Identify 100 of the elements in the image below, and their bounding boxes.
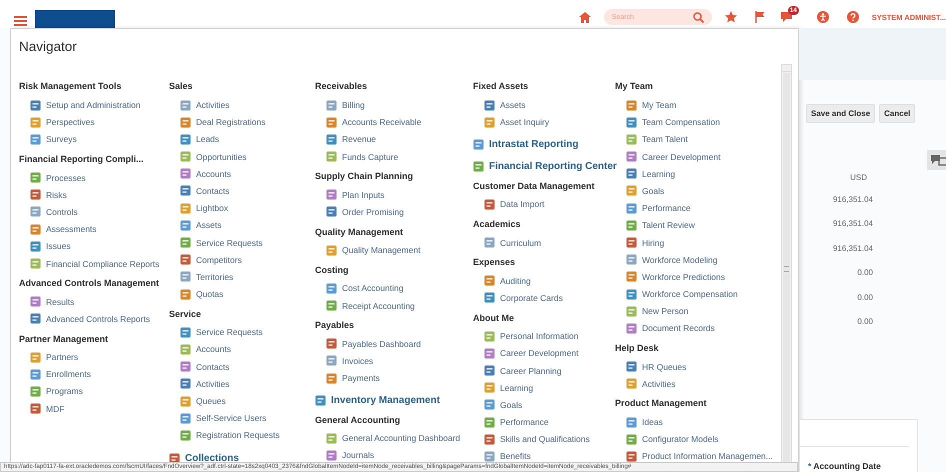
nav-link[interactable]: Career Development (473, 344, 578, 362)
nav-link[interactable]: Asset Inquiry (473, 114, 550, 131)
nav-link[interactable]: Goals (473, 396, 522, 414)
nav-link[interactable]: Enrollments (19, 366, 91, 383)
nav-link[interactable]: Career Development (615, 148, 720, 166)
nav-link[interactable]: Issues (19, 238, 71, 255)
nav-link[interactable]: Cost Accounting (315, 280, 404, 297)
amount-value: 916,351.04 (832, 195, 873, 206)
nav-link[interactable]: Auditing (473, 272, 531, 290)
nav-link[interactable]: Product Information Managemen... (615, 448, 773, 465)
nav-link[interactable]: Talent Review (615, 216, 695, 234)
nav-link[interactable]: Goals (615, 182, 664, 200)
nav-link[interactable]: Activities (169, 96, 230, 114)
section-heading: Service (169, 308, 202, 321)
nav-link[interactable]: Queues (169, 392, 226, 410)
nav-link[interactable]: Order Promising (315, 203, 404, 221)
accessibility-icon[interactable] (816, 11, 829, 23)
nav-link[interactable]: Accounts (169, 340, 231, 358)
nav-link[interactable]: Surveys (19, 130, 77, 148)
nav-link[interactable]: Quotas (169, 286, 224, 303)
nav-link[interactable]: Receipt Accounting (315, 296, 415, 314)
nav-link[interactable]: Programs (19, 382, 83, 400)
nav-link[interactable]: Accounts Receivable (315, 114, 422, 131)
nav-link[interactable]: Deal Registrations (169, 114, 266, 131)
nav-link[interactable]: Risks (19, 186, 67, 204)
nav-link[interactable]: Learning (615, 165, 676, 182)
search-icon[interactable] (692, 12, 704, 22)
nav-link[interactable]: Lightbox (169, 200, 228, 217)
nav-link[interactable]: Performance (615, 200, 691, 217)
nav-link[interactable]: Controls (19, 203, 78, 221)
chat-icon[interactable] (927, 150, 946, 170)
nav-link[interactable]: My Team (615, 96, 676, 114)
nav-link[interactable]: Hiring (615, 234, 664, 252)
section-heading: Expenses (473, 257, 516, 270)
nav-link[interactable]: Invoices (315, 352, 374, 370)
nav-link[interactable]: Workforce Predictions (615, 268, 725, 286)
action-button[interactable]: Cancel (879, 104, 916, 123)
nav-link[interactable]: Perspectives (19, 114, 95, 131)
help-icon[interactable] (846, 11, 859, 23)
star-icon[interactable] (724, 11, 737, 23)
tile-icon (180, 412, 191, 424)
menu-icon[interactable] (14, 16, 27, 26)
action-button[interactable]: Save and Close (806, 104, 876, 123)
nav-link[interactable]: Activities (615, 375, 676, 392)
nav-link[interactable]: Accounts (169, 165, 231, 182)
nav-link[interactable]: Performance (473, 414, 549, 431)
nav-link[interactable]: Inventory Management (315, 392, 440, 409)
nav-link[interactable]: MDF (19, 400, 64, 418)
nav-link[interactable]: Competitors (169, 251, 242, 268)
nav-link[interactable]: Document Records (615, 320, 715, 338)
tile-icon (326, 244, 337, 256)
nav-link[interactable]: Registration Requests (169, 426, 280, 444)
nav-link[interactable]: New Person (615, 302, 688, 320)
amount-value: 916,351.04 (832, 244, 873, 255)
nav-link[interactable]: Contacts (169, 358, 230, 376)
nav-link[interactable]: Funds Capture (315, 148, 398, 166)
nav-link[interactable]: Assets (473, 96, 526, 114)
nav-link[interactable]: Team Compensation (615, 114, 720, 131)
nav-link[interactable]: Ideas (615, 413, 663, 431)
nav-link[interactable]: Advanced Controls Reports (19, 310, 150, 328)
nav-link[interactable]: Workforce Compensation (615, 286, 738, 303)
home-icon[interactable] (578, 12, 591, 22)
nav-link[interactable]: Processes (19, 169, 86, 186)
nav-link[interactable]: Service Requests (169, 234, 263, 252)
nav-link[interactable]: Results (19, 293, 74, 310)
nav-link[interactable]: Workforce Modeling (615, 251, 718, 268)
nav-link[interactable]: Personal Information (473, 328, 578, 345)
nav-link[interactable]: General Accounting Dashboard (315, 430, 460, 447)
nav-link[interactable]: Corporate Cards (473, 289, 563, 307)
nav-link[interactable]: Financial Compliance Reports (19, 254, 160, 272)
nav-link[interactable]: Assessments (19, 220, 97, 238)
nav-link[interactable]: Plan Inputs (315, 186, 385, 204)
nav-link[interactable]: Setup and Administration (19, 96, 141, 114)
nav-link[interactable]: Payables Dashboard (315, 335, 421, 352)
nav-link[interactable]: HR Queues (615, 358, 686, 376)
nav-link[interactable]: Assets (169, 216, 222, 234)
nav-link[interactable]: Career Planning (473, 362, 562, 380)
nav-link[interactable]: Partners (19, 348, 78, 366)
nav-link[interactable]: Learning (473, 379, 534, 396)
nav-link[interactable]: Billing (315, 96, 365, 114)
nav-link[interactable]: Team Talent (615, 130, 688, 148)
nav-link[interactable]: Opportunities (169, 148, 247, 166)
nav-link[interactable]: Self-Service Users (169, 410, 266, 427)
nav-link[interactable]: Leads (169, 130, 220, 148)
nav-link[interactable]: Curriculum (473, 234, 542, 252)
message-icon[interactable] (780, 11, 794, 23)
nav-link[interactable]: Journals (315, 446, 374, 464)
nav-link[interactable]: Financial Reporting Center (473, 158, 617, 175)
nav-link[interactable]: Intrastat Reporting (473, 136, 578, 153)
nav-link[interactable]: Payments (315, 370, 380, 387)
nav-link[interactable]: Configurator Models (615, 430, 719, 448)
nav-link[interactable]: Quality Management (315, 242, 420, 259)
nav-link[interactable]: Skills and Qualifications (473, 430, 590, 448)
nav-link[interactable]: Data Import (473, 196, 544, 213)
nav-link[interactable]: Revenue (315, 130, 376, 148)
nav-link[interactable]: Contacts (169, 182, 230, 200)
flag-icon[interactable] (754, 11, 766, 23)
nav-link[interactable]: Territories (169, 268, 234, 286)
nav-link[interactable]: Activities (169, 375, 230, 392)
nav-link[interactable]: Service Requests (169, 324, 263, 341)
